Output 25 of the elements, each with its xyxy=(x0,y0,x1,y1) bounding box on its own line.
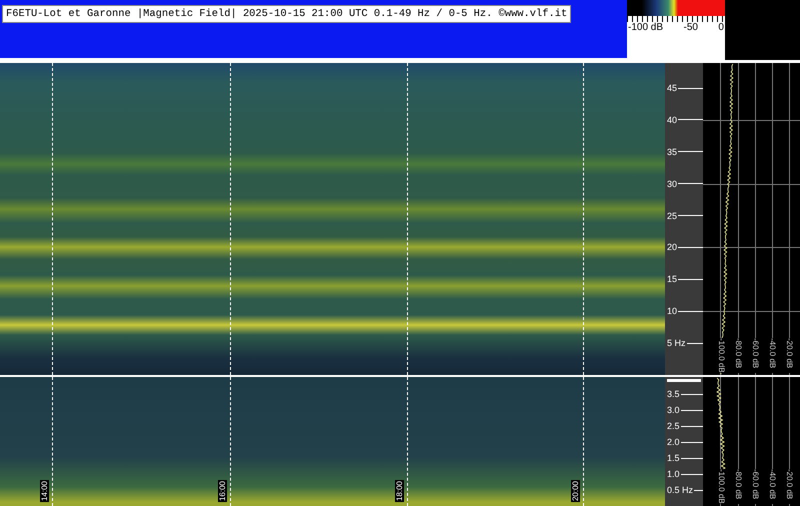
frequency-label: 0.5 Hz xyxy=(667,485,694,495)
frequency-label: 3.0 xyxy=(667,405,680,415)
time-label: 16:00 xyxy=(218,480,227,502)
frequency-label: 45 xyxy=(667,83,678,93)
frequency-label: 10 xyxy=(667,306,678,316)
time-label: 18:00 xyxy=(395,480,404,502)
frequency-label: 30 xyxy=(667,178,678,189)
frequency-label: 1.5 xyxy=(667,453,680,463)
frequency-label: 15 xyxy=(667,274,678,284)
frequency-label: 35 xyxy=(667,146,678,157)
time-label: 20:00 xyxy=(571,480,580,502)
frequency-label: 25 xyxy=(667,210,678,220)
frequency-label: 2.0 xyxy=(667,437,680,447)
scale-label: 0 xyxy=(718,22,724,33)
db-label: -100.0 dB xyxy=(715,338,727,373)
chart-title: F6ETU-Lot et Garonne |Magnetic Field| 2025-10-15 21:00 UTC 0.1-49 Hz / 0-5 Hz. ©www.vlf.it xyxy=(2,5,572,23)
frequency-label: 40 xyxy=(667,114,678,125)
frequency-label: 1.0 xyxy=(667,469,680,479)
frequency-label: 20 xyxy=(667,242,678,252)
scale-label: -50 xyxy=(684,22,698,33)
scale-label: -100 dB xyxy=(628,22,664,33)
frequency-label: 2.5 xyxy=(667,421,680,431)
frequency-label: 5 Hz xyxy=(667,338,686,348)
time-label: 14:00 xyxy=(40,480,49,502)
frequency-label: 3.5 xyxy=(667,389,680,399)
